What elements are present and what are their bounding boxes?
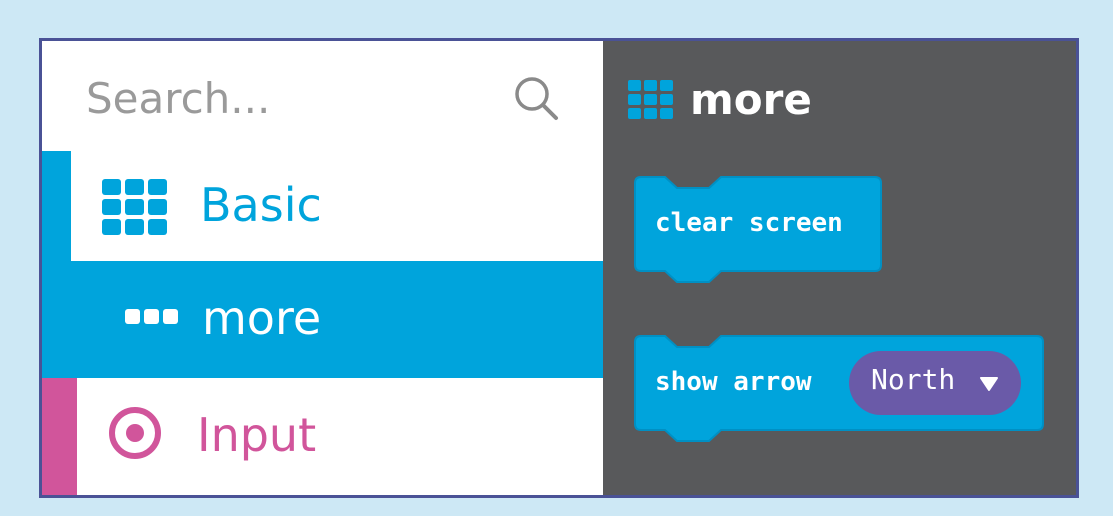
category-basic[interactable]: Basic [42, 151, 603, 261]
grid-icon [102, 179, 167, 235]
direction-dropdown[interactable]: North [849, 351, 1021, 415]
block-label: clear screen [655, 208, 843, 238]
search-input[interactable] [86, 63, 506, 133]
category-input[interactable]: Input [42, 378, 603, 495]
caret-down-icon [980, 377, 998, 391]
clear-screen-block[interactable]: clear screen [633, 174, 883, 289]
block-label: show arrow [655, 367, 812, 397]
show-arrow-block[interactable]: show arrow North [633, 333, 1045, 448]
flyout-title: more [690, 75, 812, 124]
category-more[interactable]: more [42, 261, 603, 378]
target-icon [109, 407, 161, 459]
category-color-strip [42, 378, 77, 495]
dots-icon [125, 309, 178, 324]
category-label: more [202, 291, 322, 345]
search-icon[interactable] [512, 74, 562, 124]
category-color-strip [42, 151, 71, 261]
grid-icon [628, 80, 673, 119]
blocks-editor-frame: Basic more Input [39, 38, 1079, 498]
category-label: Input [197, 408, 317, 462]
flyout-panel: more clear screen show arrow North [603, 41, 1076, 495]
dropdown-value: North [871, 363, 956, 396]
toolbox: Basic more Input [42, 41, 603, 495]
category-label: Basic [200, 178, 322, 232]
search-bar [42, 41, 603, 151]
